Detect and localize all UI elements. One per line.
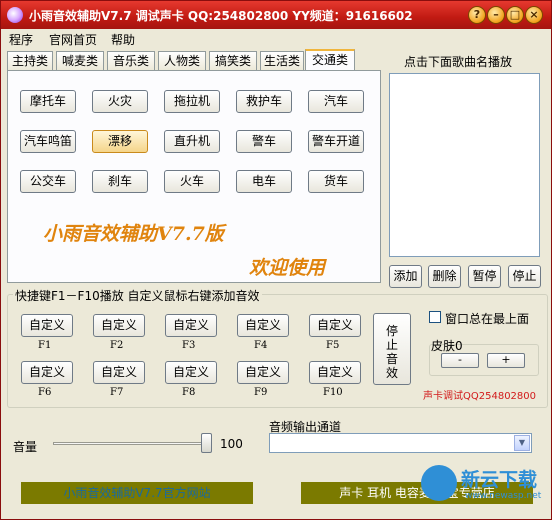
song-list[interactable] <box>389 73 540 257</box>
tab-host[interactable]: 主持类 <box>7 51 53 70</box>
watermark-logo-icon <box>421 465 457 501</box>
custom-button-f9[interactable]: 自定义 <box>237 361 289 384</box>
hotkey-group-label: 快捷键F1－F10播放 自定义鼠标右键添加音效 <box>13 287 262 304</box>
hotkey-label-f2: F2 <box>110 340 124 351</box>
minimize-button[interactable]: – <box>487 6 505 24</box>
hotkey-label-f4: F4 <box>254 340 268 351</box>
custom-button-f2[interactable]: 自定义 <box>93 314 145 337</box>
tab-life[interactable]: 生活类 <box>260 51 304 70</box>
volume-value: 100 <box>220 437 243 451</box>
custom-button-f10[interactable]: 自定义 <box>309 361 361 384</box>
hotkey-label-f6: F6 <box>38 387 52 398</box>
watermark: 新云下载 www.newasp.net <box>421 463 547 515</box>
sound-button-tram[interactable]: 电车 <box>236 170 292 193</box>
add-song-button[interactable]: 添加 <box>389 265 422 288</box>
skin-label: 皮肤0 <box>431 339 463 353</box>
maximize-button[interactable]: □ <box>506 6 524 24</box>
sound-button-truck[interactable]: 货车 <box>308 170 364 193</box>
sound-button-drift[interactable]: 漂移 <box>92 130 148 153</box>
sound-button-brake[interactable]: 刹车 <box>92 170 148 193</box>
sound-button-police-car[interactable]: 警车 <box>236 130 292 153</box>
tab-shout[interactable]: 喊麦类 <box>56 51 104 70</box>
chevron-down-icon[interactable]: ▼ <box>514 435 530 451</box>
hotkey-label-f7: F7 <box>110 387 124 398</box>
menu-homepage[interactable]: 官网首页 <box>49 31 97 48</box>
sound-button-tractor[interactable]: 拖拉机 <box>164 90 220 113</box>
hotkey-label-f10: F10 <box>323 387 343 398</box>
song-panel-title: 点击下面歌曲名播放 <box>404 55 513 69</box>
pause-song-button[interactable]: 暂停 <box>468 265 501 288</box>
sound-button-motorcycle[interactable]: 摩托车 <box>20 90 76 113</box>
custom-button-f8[interactable]: 自定义 <box>165 361 217 384</box>
hotkey-label-f5: F5 <box>326 340 340 351</box>
tab-traffic[interactable]: 交通类 <box>305 49 355 71</box>
hotkey-label-f3: F3 <box>182 340 196 351</box>
custom-button-f3[interactable]: 自定义 <box>165 314 217 337</box>
sound-button-bus[interactable]: 公交车 <box>20 170 76 193</box>
sound-button-fire[interactable]: 火灾 <box>92 90 148 113</box>
tab-funny[interactable]: 搞笑类 <box>209 51 257 70</box>
audio-output-select[interactable]: ▼ <box>269 433 532 453</box>
custom-button-f4[interactable]: 自定义 <box>237 314 289 337</box>
close-button[interactable]: × <box>525 6 543 24</box>
hotkey-label-f8: F8 <box>182 387 196 398</box>
sound-button-police-escort[interactable]: 警车开道 <box>308 130 364 153</box>
watermark-text: 新云下载 <box>461 469 538 491</box>
volume-track[interactable] <box>53 442 209 445</box>
window-title: 小雨音效辅助V7.7 调试声卡 QQ:254802800 YY频道：916166… <box>29 9 413 23</box>
app-icon <box>7 7 23 23</box>
tab-people[interactable]: 人物类 <box>158 51 206 70</box>
skin-prev-button[interactable]: - <box>441 353 479 368</box>
topmost-label: 窗口总在最上面 <box>445 312 530 326</box>
tab-music[interactable]: 音乐类 <box>107 51 155 70</box>
custom-button-f1[interactable]: 自定义 <box>21 314 73 337</box>
sound-button-car-horn[interactable]: 汽车鸣笛 <box>20 130 76 153</box>
skin-next-button[interactable]: + <box>487 353 525 368</box>
stop-sound-label: 停止音效 <box>385 324 398 380</box>
title-bar[interactable]: 小雨音效辅助V7.7 调试声卡 QQ:254802800 YY频道：916166… <box>1 1 551 29</box>
promo-welcome: 欢迎使用 <box>249 257 326 279</box>
promo-title: 小雨音效辅助V7.7版 <box>43 223 224 245</box>
sound-button-train[interactable]: 火车 <box>164 170 220 193</box>
delete-song-button[interactable]: 删除 <box>428 265 461 288</box>
custom-button-f7[interactable]: 自定义 <box>93 361 145 384</box>
menu-program[interactable]: 程序 <box>9 31 33 48</box>
contact-note: 声卡调试QQ254802800 <box>423 391 537 402</box>
menu-help[interactable]: 帮助 <box>111 31 135 48</box>
official-site-link[interactable]: 小雨音效辅助V7.7官方网站 <box>21 482 253 504</box>
stop-sound-button[interactable]: 停止音效 <box>373 313 411 385</box>
custom-button-f5[interactable]: 自定义 <box>309 314 361 337</box>
help-window-button[interactable]: ? <box>468 6 486 24</box>
menu-bar: 程序 官网首页 帮助 <box>1 29 551 47</box>
stop-song-button[interactable]: 停止 <box>508 265 541 288</box>
volume-label: 音量 <box>13 440 38 454</box>
watermark-url: www.newasp.net <box>465 491 542 501</box>
hotkey-label-f1: F1 <box>38 340 52 351</box>
app-window: 小雨音效辅助V7.7 调试声卡 QQ:254802800 YY频道：916166… <box>0 0 552 520</box>
sound-button-helicopter[interactable]: 直升机 <box>164 130 220 153</box>
hotkey-label-f9: F9 <box>254 387 268 398</box>
volume-slider-thumb[interactable] <box>201 433 212 453</box>
sound-button-car[interactable]: 汽车 <box>308 90 364 113</box>
custom-button-f6[interactable]: 自定义 <box>21 361 73 384</box>
sound-button-ambulance[interactable]: 救护车 <box>236 90 292 113</box>
topmost-checkbox[interactable] <box>429 311 441 323</box>
